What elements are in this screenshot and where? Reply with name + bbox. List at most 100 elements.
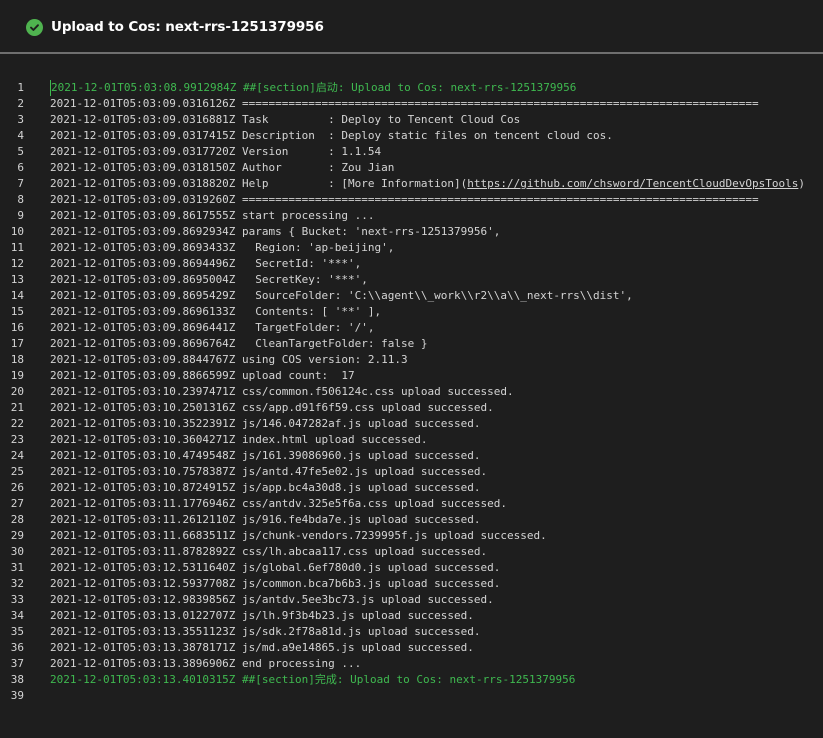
line-number[interactable]: 33 xyxy=(0,592,24,608)
line-number[interactable]: 9 xyxy=(0,208,24,224)
log-line: 34 2021-12-01T05:03:13.0122707Z js/lh.9f3… xyxy=(0,608,823,624)
line-number[interactable]: 23 xyxy=(0,432,24,448)
log-line-text: 2021-12-01T05:03:09.8696133Z Contents: [… xyxy=(50,305,382,318)
line-number[interactable]: 5 xyxy=(0,144,24,160)
line-number[interactable]: 34 xyxy=(0,608,24,624)
line-number[interactable]: 3 xyxy=(0,112,24,128)
page-title: Upload to Cos: next-rrs-1251379956 xyxy=(51,19,324,35)
log-line: 18 2021-12-01T05:03:09.8844767Z using COS… xyxy=(0,352,823,368)
line-number[interactable]: 2 xyxy=(0,96,24,112)
line-number[interactable]: 22 xyxy=(0,416,24,432)
log-line-text: 2021-12-01T05:03:10.3522391Z js/146.0472… xyxy=(50,417,481,430)
line-number[interactable]: 1 xyxy=(0,80,24,96)
log-line: 21 2021-12-01T05:03:10.2501316Z css/app.d… xyxy=(0,400,823,416)
line-number[interactable]: 8 xyxy=(0,192,24,208)
log-line-text: 2021-12-01T05:03:09.8866599Z upload coun… xyxy=(50,369,355,382)
line-number[interactable]: 30 xyxy=(0,544,24,560)
line-number[interactable]: 37 xyxy=(0,656,24,672)
log-line-text: 2021-12-01T05:03:09.8694496Z SecretId: '… xyxy=(50,257,362,270)
log-line-text: 2021-12-01T05:03:12.5311640Z js/global.6… xyxy=(50,561,501,574)
log-line: 24 2021-12-01T05:03:10.4749548Z js/161.39… xyxy=(0,448,823,464)
line-number[interactable]: 6 xyxy=(0,160,24,176)
line-number[interactable]: 36 xyxy=(0,640,24,656)
log-line-text: 2021-12-01T05:03:09.0319260Z ===========… xyxy=(50,193,759,206)
line-number[interactable]: 29 xyxy=(0,528,24,544)
line-number[interactable]: 14 xyxy=(0,288,24,304)
line-number[interactable]: 32 xyxy=(0,576,24,592)
log-line-text: 2021-12-01T05:03:11.8782892Z css/lh.abca… xyxy=(50,545,488,558)
log-line: 33 2021-12-01T05:03:12.9839856Z js/antdv.… xyxy=(0,592,823,608)
line-number[interactable]: 11 xyxy=(0,240,24,256)
line-number[interactable]: 28 xyxy=(0,512,24,528)
line-number[interactable]: 20 xyxy=(0,384,24,400)
line-number[interactable]: 38 xyxy=(0,672,24,688)
line-number[interactable]: 21 xyxy=(0,400,24,416)
log-header: Upload to Cos: next-rrs-1251379956 xyxy=(0,0,823,52)
line-number[interactable]: 27 xyxy=(0,496,24,512)
log-line: 8 2021-12-01T05:03:09.0319260Z ==========… xyxy=(0,192,823,208)
log-line: 7 2021-12-01T05:03:09.0318820Z Help : [Mo… xyxy=(0,176,823,192)
log-line-text: 2021-12-01T05:03:09.8844767Z using COS v… xyxy=(50,353,408,366)
log-line: 13 2021-12-01T05:03:09.8695004Z SecretKey… xyxy=(0,272,823,288)
log-line-text: 2021-12-01T05:03:09.0316881Z Task : Depl… xyxy=(50,113,521,126)
log-line: 39 xyxy=(0,688,823,704)
log-line: 1 2021-12-01T05:03:08.9912984Z ##[section… xyxy=(0,80,823,96)
log-line-text: 2021-12-01T05:03:10.2501316Z css/app.d91… xyxy=(50,401,494,414)
log-line-text: 2021-12-01T05:03:10.2397471Z css/common.… xyxy=(50,385,514,398)
log-line-text: 2021-12-01T05:03:10.7578387Z js/antd.47f… xyxy=(50,465,488,478)
log-line: 31 2021-12-01T05:03:12.5311640Z js/global… xyxy=(0,560,823,576)
line-number[interactable]: 7 xyxy=(0,176,24,192)
log-line: 5 2021-12-01T05:03:09.0317720Z Version : … xyxy=(0,144,823,160)
log-line-text: 2021-12-01T05:03:09.0317720Z Version : 1… xyxy=(50,145,382,158)
log-line-text: 2021-12-01T05:03:09.0317415Z Description… xyxy=(50,129,613,142)
line-number[interactable]: 26 xyxy=(0,480,24,496)
log-line-text: 2021-12-01T05:03:10.8724915Z js/app.bc4a… xyxy=(50,481,481,494)
line-number[interactable]: 18 xyxy=(0,352,24,368)
log-line-text: 2021-12-01T05:03:11.2612110Z js/916.fe4b… xyxy=(50,513,481,526)
log-line: 36 2021-12-01T05:03:13.3878171Z js/md.a9e… xyxy=(0,640,823,656)
line-number[interactable]: 4 xyxy=(0,128,24,144)
log-line: 27 2021-12-01T05:03:11.1776946Z css/antdv… xyxy=(0,496,823,512)
log-line-text: 2021-12-01T05:03:13.3878171Z js/md.a9e14… xyxy=(50,641,474,654)
line-number[interactable]: 35 xyxy=(0,624,24,640)
line-number[interactable]: 31 xyxy=(0,560,24,576)
log-line: 35 2021-12-01T05:03:13.3551123Z js/sdk.2f… xyxy=(0,624,823,640)
line-number[interactable]: 25 xyxy=(0,464,24,480)
line-number[interactable]: 17 xyxy=(0,336,24,352)
log-line: 9 2021-12-01T05:03:09.8617555Z start proc… xyxy=(0,208,823,224)
line-number[interactable]: 39 xyxy=(0,688,24,704)
line-number[interactable]: 24 xyxy=(0,448,24,464)
log-line-text-prefix: 2021-12-01T05:03:09.0318820Z Help : [Mor… xyxy=(50,177,468,190)
log-line-text: 2021-12-01T05:03:09.8692934Z params { Bu… xyxy=(50,225,501,238)
log-line: 6 2021-12-01T05:03:09.0318150Z Author : Z… xyxy=(0,160,823,176)
log-line: 30 2021-12-01T05:03:11.8782892Z css/lh.ab… xyxy=(0,544,823,560)
log-line: 20 2021-12-01T05:03:10.2397471Z css/commo… xyxy=(0,384,823,400)
line-number[interactable]: 12 xyxy=(0,256,24,272)
log-line: 2 2021-12-01T05:03:09.0316126Z ==========… xyxy=(0,96,823,112)
line-number[interactable]: 16 xyxy=(0,320,24,336)
log-line-text: 2021-12-01T05:03:09.8693433Z Region: 'ap… xyxy=(50,241,395,254)
log-line-text: 2021-12-01T05:03:13.4010315Z ##[section]… xyxy=(50,673,576,686)
log-line-text: 2021-12-01T05:03:09.0318820Z Help : [Mor… xyxy=(50,176,805,192)
log-output[interactable]: 1 2021-12-01T05:03:08.9912984Z ##[section… xyxy=(0,80,823,704)
log-line: 22 2021-12-01T05:03:10.3522391Z js/146.04… xyxy=(0,416,823,432)
line-number[interactable]: 13 xyxy=(0,272,24,288)
log-line: 11 2021-12-01T05:03:09.8693433Z Region: '… xyxy=(0,240,823,256)
log-line-text: 2021-12-01T05:03:09.8696764Z CleanTarget… xyxy=(50,337,428,350)
log-line: 14 2021-12-01T05:03:09.8695429Z SourceFol… xyxy=(0,288,823,304)
log-line: 12 2021-12-01T05:03:09.8694496Z SecretId:… xyxy=(0,256,823,272)
log-line: 3 2021-12-01T05:03:09.0316881Z Task : Dep… xyxy=(0,112,823,128)
log-line: 19 2021-12-01T05:03:09.8866599Z upload co… xyxy=(0,368,823,384)
log-line-text: 2021-12-01T05:03:12.9839856Z js/antdv.5e… xyxy=(50,593,494,606)
log-line: 32 2021-12-01T05:03:12.5937708Z js/common… xyxy=(0,576,823,592)
log-line-text: 2021-12-01T05:03:09.8695429Z SourceFolde… xyxy=(50,289,633,302)
log-line-text: 2021-12-01T05:03:12.5937708Z js/common.b… xyxy=(50,577,501,590)
log-line-text: 2021-12-01T05:03:09.8695004Z SecretKey: … xyxy=(50,273,368,286)
line-number[interactable]: 19 xyxy=(0,368,24,384)
log-line-text-suffix: ) xyxy=(798,177,805,190)
line-number[interactable]: 10 xyxy=(0,224,24,240)
help-link[interactable]: https://github.com/chsword/TencentCloudD… xyxy=(467,177,798,190)
log-line-text: 2021-12-01T05:03:10.4749548Z js/161.3908… xyxy=(50,449,481,462)
log-line-text: 2021-12-01T05:03:11.6683511Z js/chunk-ve… xyxy=(50,529,547,542)
line-number[interactable]: 15 xyxy=(0,304,24,320)
